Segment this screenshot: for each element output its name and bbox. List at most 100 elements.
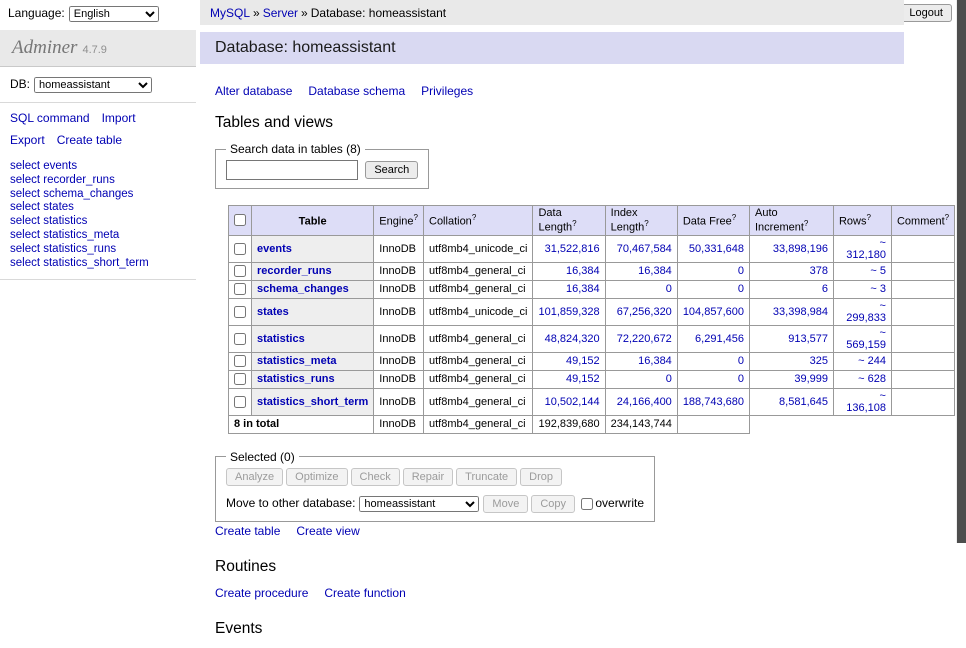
language-select[interactable]: English	[69, 6, 159, 22]
selected-action-button[interactable]: Analyze	[226, 468, 283, 486]
auto-increment-link[interactable]: 378	[810, 265, 828, 277]
data-free-link[interactable]: 50,331,648	[689, 243, 744, 255]
data-free-link[interactable]: 0	[738, 265, 744, 277]
table-row[interactable]: statistics_runs InnoDB utf8mb4_general_c…	[229, 370, 955, 388]
rows-link[interactable]: ~ 136,108	[846, 390, 886, 414]
row-checkbox[interactable]	[234, 306, 246, 318]
index-length-link[interactable]: 0	[666, 283, 672, 295]
column-help-icon[interactable]: ?	[572, 219, 576, 228]
auto-increment-link[interactable]: 39,999	[794, 373, 828, 385]
column-header[interactable]: Engine?	[374, 206, 424, 236]
copy-button[interactable]: Copy	[531, 495, 575, 513]
index-length-link[interactable]: 0	[666, 373, 672, 385]
data-length-link[interactable]: 49,152	[566, 355, 600, 367]
column-header[interactable]: Comment?	[891, 206, 954, 236]
table-name-link[interactable]: recorder_runs	[257, 265, 332, 277]
scrollbar[interactable]	[956, 0, 966, 543]
auto-increment-link[interactable]: 33,398,984	[773, 306, 828, 318]
sidebar-table-link[interactable]: select statistics_meta	[10, 229, 119, 241]
routines-link[interactable]: Create procedure	[215, 586, 308, 600]
sidebar-table-link[interactable]: select statistics	[10, 215, 87, 227]
table-row[interactable]: recorder_runs InnoDB utf8mb4_general_ci …	[229, 262, 955, 280]
table-row[interactable]: schema_changes InnoDB utf8mb4_general_ci…	[229, 280, 955, 298]
db-nav-link[interactable]: Privileges	[421, 84, 473, 98]
data-free-link[interactable]: 0	[738, 355, 744, 367]
column-help-icon[interactable]: ?	[945, 213, 949, 222]
sidebar-table-link[interactable]: select recorder_runs	[10, 174, 115, 186]
db-nav-link[interactable]: Alter database	[215, 84, 292, 98]
row-checkbox[interactable]	[234, 373, 246, 385]
column-header[interactable]: Data Length?	[533, 206, 605, 236]
move-db-select[interactable]: homeassistant	[359, 496, 479, 512]
data-free-link[interactable]: 6,291,456	[695, 333, 744, 345]
row-checkbox[interactable]	[234, 283, 246, 295]
menu-action-link[interactable]: Export	[10, 133, 45, 147]
move-button[interactable]: Move	[483, 495, 528, 513]
row-checkbox[interactable]	[234, 333, 246, 345]
db-select[interactable]: homeassistant	[34, 77, 152, 93]
rows-link[interactable]: ~ 299,833	[846, 300, 886, 324]
search-input[interactable]	[226, 160, 358, 180]
row-checkbox[interactable]	[234, 243, 246, 255]
table-name-link[interactable]: events	[257, 243, 292, 255]
auto-increment-link[interactable]: 33,898,196	[773, 243, 828, 255]
rows-link[interactable]: ~ 5	[870, 265, 886, 277]
column-help-icon[interactable]: ?	[472, 213, 476, 222]
rows-link[interactable]: ~ 628	[858, 373, 886, 385]
menu-action-link[interactable]: SQL command	[10, 111, 90, 125]
data-free-link[interactable]: 0	[738, 283, 744, 295]
auto-increment-link[interactable]: 913,577	[788, 333, 828, 345]
column-header[interactable]: Collation?	[424, 206, 533, 236]
scrollbar-thumb[interactable]	[957, 0, 966, 543]
data-length-link[interactable]: 16,384	[566, 265, 600, 277]
breadcrumb-mysql-link[interactable]: MySQL	[210, 6, 250, 20]
column-help-icon[interactable]: ?	[414, 213, 418, 222]
data-free-link[interactable]: 0	[738, 373, 744, 385]
table-name-link[interactable]: schema_changes	[257, 283, 349, 295]
column-help-icon[interactable]: ?	[804, 219, 808, 228]
rows-link[interactable]: ~ 312,180	[846, 237, 886, 261]
table-row[interactable]: statistics_short_term InnoDB utf8mb4_gen…	[229, 388, 955, 415]
routines-link[interactable]: Create function	[324, 586, 405, 600]
rows-link[interactable]: ~ 244	[858, 355, 886, 367]
menu-action-link[interactable]: Import	[102, 111, 136, 125]
row-checkbox[interactable]	[234, 396, 246, 408]
selected-action-button[interactable]: Optimize	[286, 468, 347, 486]
data-length-link[interactable]: 31,522,816	[545, 243, 600, 255]
data-length-link[interactable]: 10,502,144	[545, 396, 600, 408]
table-name-link[interactable]: statistics_meta	[257, 355, 337, 367]
data-length-link[interactable]: 49,152	[566, 373, 600, 385]
menu-action-link[interactable]: Create table	[57, 133, 122, 147]
column-header[interactable]: Auto Increment?	[749, 206, 833, 236]
auto-increment-link[interactable]: 6	[822, 283, 828, 295]
sidebar-table-link[interactable]: select states	[10, 201, 74, 213]
table-name-link[interactable]: statistics_runs	[257, 373, 335, 385]
data-length-link[interactable]: 101,859,328	[538, 306, 599, 318]
search-button[interactable]: Search	[365, 161, 418, 179]
column-header[interactable]: Rows?	[833, 206, 891, 236]
data-length-link[interactable]: 16,384	[566, 283, 600, 295]
table-name-link[interactable]: states	[257, 306, 289, 318]
table-row[interactable]: statistics InnoDB utf8mb4_general_ci 48,…	[229, 325, 955, 352]
table-row[interactable]: events InnoDB utf8mb4_unicode_ci 31,522,…	[229, 235, 955, 262]
table-footer-link[interactable]: Create view	[296, 524, 359, 538]
sidebar-table-link[interactable]: select events	[10, 160, 77, 172]
table-footer-link[interactable]: Create table	[215, 524, 280, 538]
sidebar-table-link[interactable]: select statistics_runs	[10, 243, 116, 255]
column-header[interactable]: Table	[252, 206, 374, 236]
index-length-link[interactable]: 16,384	[638, 265, 672, 277]
column-header[interactable]: Index Length?	[605, 206, 677, 236]
rows-link[interactable]: ~ 569,159	[846, 327, 886, 351]
overwrite-checkbox[interactable]	[581, 498, 593, 510]
data-length-link[interactable]: 48,824,320	[545, 333, 600, 345]
selected-action-button[interactable]: Repair	[403, 468, 453, 486]
table-name-link[interactable]: statistics_short_term	[257, 396, 368, 408]
index-length-link[interactable]: 24,166,400	[617, 396, 672, 408]
column-help-icon[interactable]: ?	[732, 213, 736, 222]
table-row[interactable]: statistics_meta InnoDB utf8mb4_general_c…	[229, 352, 955, 370]
column-header[interactable]: Data Free?	[677, 206, 749, 236]
sidebar-table-link[interactable]: select schema_changes	[10, 188, 133, 200]
auto-increment-link[interactable]: 8,581,645	[779, 396, 828, 408]
rows-link[interactable]: ~ 3	[870, 283, 886, 295]
selected-action-button[interactable]: Check	[351, 468, 400, 486]
